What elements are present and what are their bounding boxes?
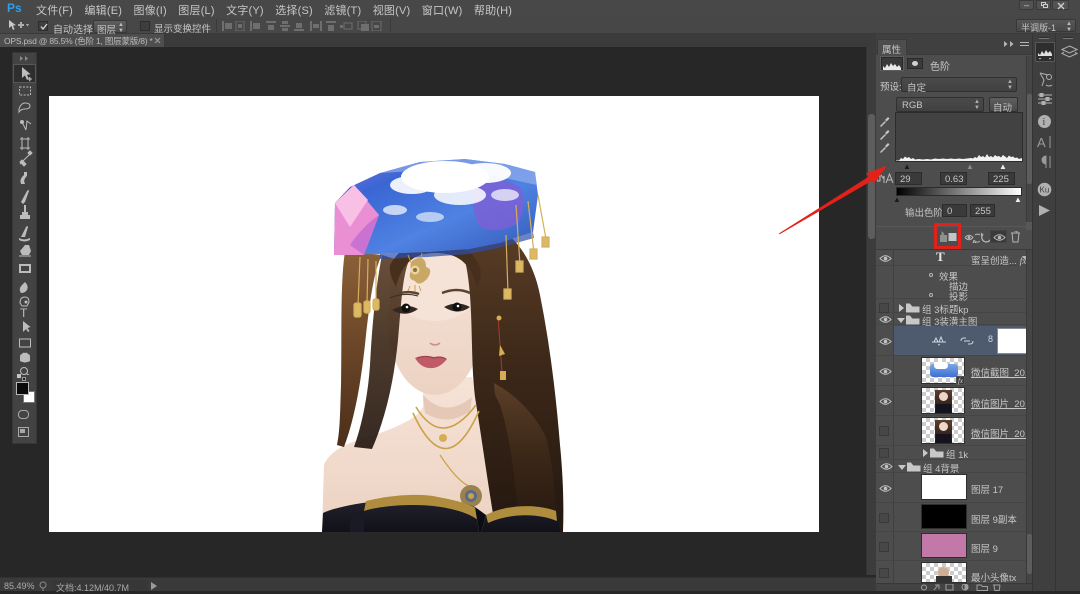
svg-text:Ku: Ku <box>1040 186 1050 195</box>
svg-text:T: T <box>20 306 28 320</box>
svg-text:i: i <box>1043 117 1046 128</box>
svg-text:A: A <box>1037 135 1046 149</box>
